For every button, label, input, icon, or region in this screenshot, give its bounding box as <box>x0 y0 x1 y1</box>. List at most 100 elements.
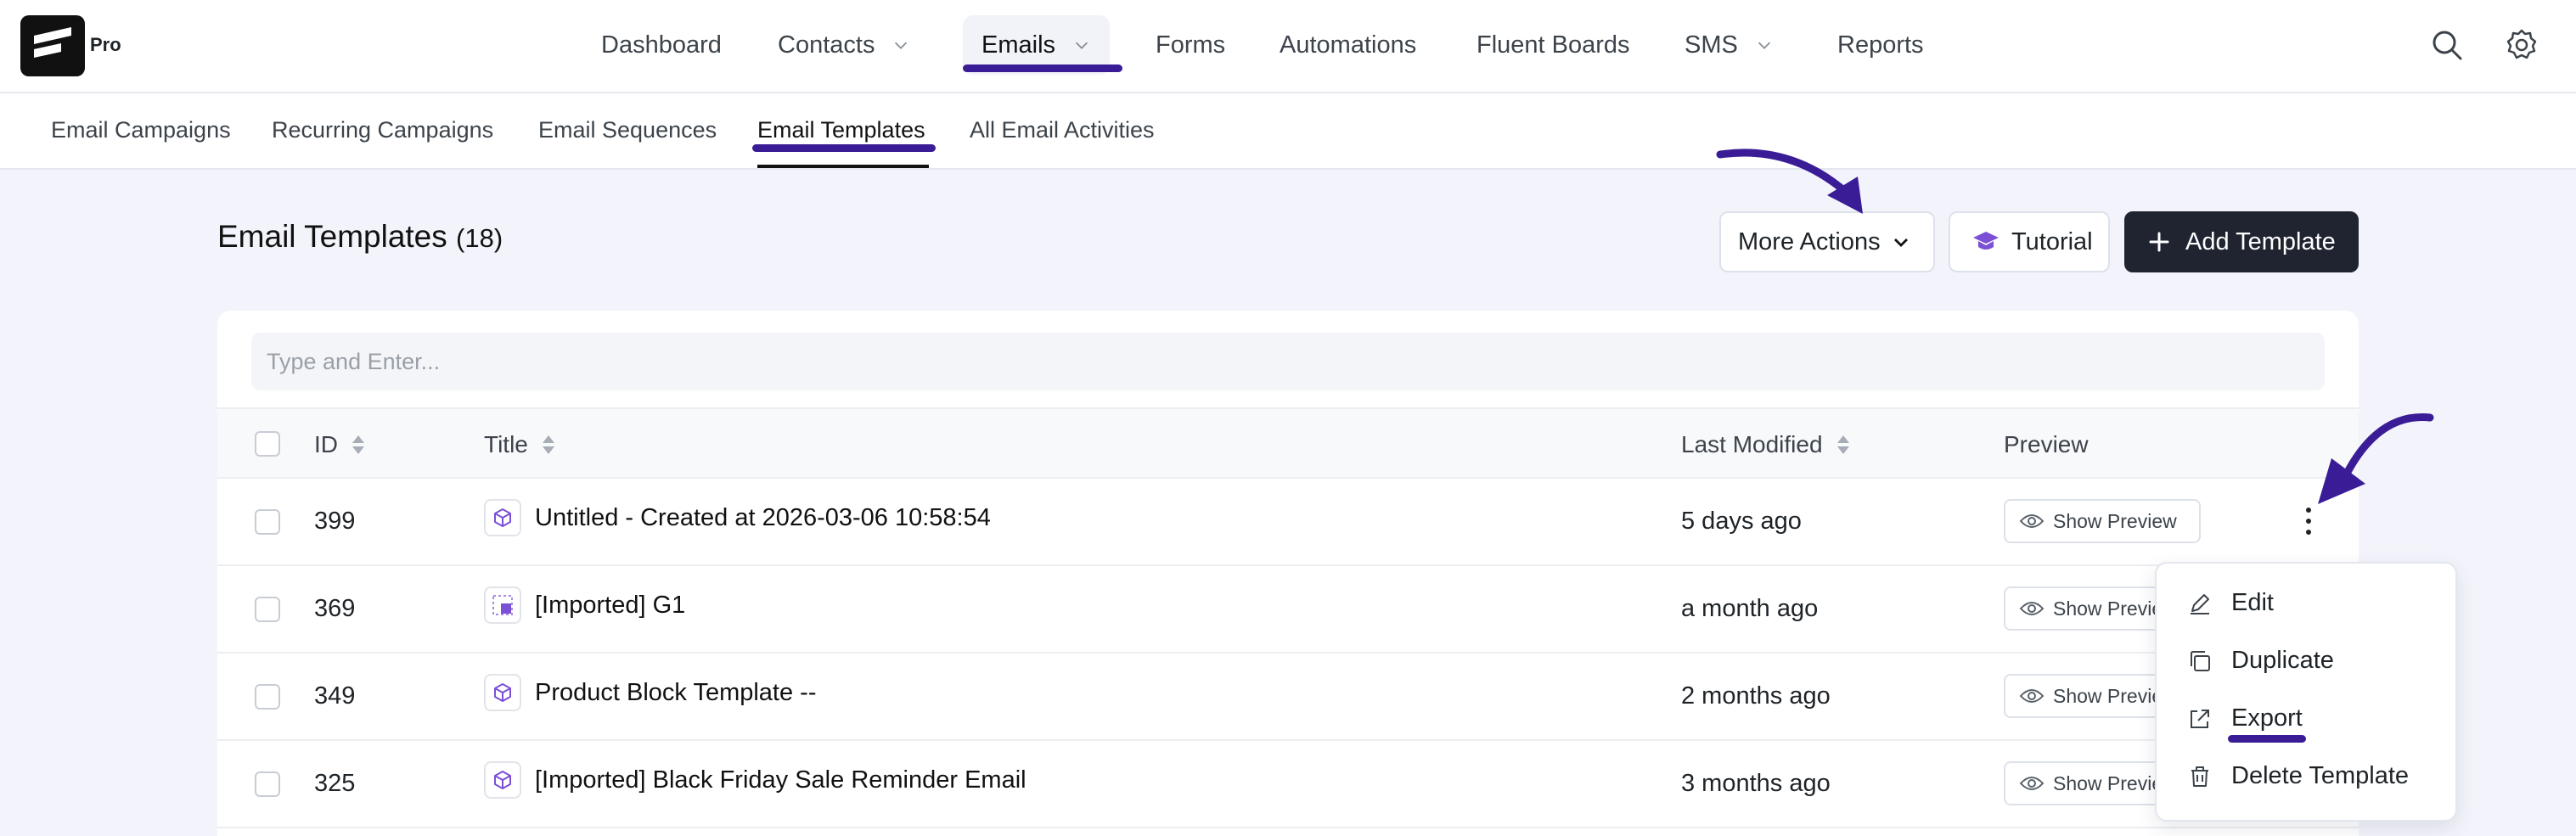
column-preview-label: Preview <box>2004 431 2089 457</box>
row-actions-menu: Edit Duplicate Export Delete Template <box>2155 562 2457 822</box>
row-title-wrap: Untitled - Created at 2026-03-06 10:58:5… <box>484 499 991 536</box>
table-row: 349 Product Block Template -- 2 months a… <box>217 654 2359 741</box>
nav-reports[interactable]: Reports <box>1819 15 1943 75</box>
nav-contacts[interactable]: Contacts <box>759 15 929 75</box>
nav-label: Fluent Boards <box>1476 31 1630 59</box>
column-preview: Preview <box>2004 431 2089 458</box>
subnav-email-templates[interactable]: Email Templates <box>757 117 925 143</box>
row-title-wrap: Product Block Template -- <box>484 674 817 711</box>
export-icon <box>2191 709 2209 728</box>
menu-item-label: Delete Template <box>2231 762 2410 789</box>
chevron-down-icon <box>1075 42 1088 49</box>
subnav-email-campaigns[interactable]: Email Campaigns <box>51 117 231 143</box>
nav-label: Forms <box>1156 31 1226 59</box>
column-title[interactable]: Title <box>484 431 557 458</box>
brand-logo[interactable] <box>20 15 85 76</box>
nav-sms[interactable]: SMS <box>1666 15 1792 75</box>
cube-icon <box>484 499 521 536</box>
subnav-recurring-campaigns[interactable]: Recurring Campaigns <box>272 117 493 143</box>
eye-icon <box>2019 602 2044 615</box>
nav-label: Reports <box>1837 31 1924 59</box>
table-row: 399 Untitled - Created at 2026-03-06 10:… <box>217 479 2359 566</box>
row-id: 325 <box>314 770 356 797</box>
annotation-arrow-icon <box>2318 413 2434 504</box>
menu-item-delete-template[interactable]: Delete Template <box>2187 762 2409 790</box>
menu-item-duplicate[interactable]: Duplicate <box>2187 647 2334 675</box>
row-title-wrap: [Imported] Black Friday Sale Reminder Em… <box>484 761 1026 799</box>
menu-item-edit[interactable]: Edit <box>2187 589 2274 617</box>
column-title-label: Title <box>484 431 528 457</box>
table-header: ID Title Last Modified Preview <box>217 407 2359 479</box>
nav-forms[interactable]: Forms <box>1137 15 1244 75</box>
plus-icon <box>2149 232 2169 252</box>
active-tab-indicator <box>757 165 929 168</box>
menu-item-label: Edit <box>2231 589 2274 616</box>
cube-icon <box>484 761 521 799</box>
nav-label: Dashboard <box>601 31 722 59</box>
show-preview-label: Show Preview <box>2053 509 2177 532</box>
top-bar: Pro Dashboard Contacts Emails Forms Auto… <box>0 0 2576 93</box>
search-input[interactable] <box>251 333 2325 390</box>
gear-icon[interactable] <box>2505 28 2539 62</box>
row-title[interactable]: Untitled - Created at 2026-03-06 10:58:5… <box>535 504 991 532</box>
add-template-button[interactable]: Add Template <box>2124 211 2359 272</box>
row-last-modified: a month ago <box>1681 595 1819 622</box>
sort-icon <box>352 435 364 454</box>
sort-icon <box>542 435 554 454</box>
row-title[interactable]: [Imported] Black Friday Sale Reminder Em… <box>535 766 1026 794</box>
cube-icon <box>484 674 521 711</box>
table-row: 325 [Imported] Black Friday Sale Reminde… <box>217 741 2359 828</box>
chevron-down-icon <box>895 42 908 49</box>
copy-icon <box>2191 650 2210 671</box>
menu-item-export[interactable]: Export <box>2187 704 2303 732</box>
menu-item-label: Duplicate <box>2231 647 2334 674</box>
page-title-text: Email Templates <box>217 219 447 254</box>
row-checkbox[interactable] <box>255 684 280 710</box>
more-actions-label: More Actions <box>1738 227 1881 255</box>
select-all-checkbox[interactable] <box>255 431 280 457</box>
column-id-label: ID <box>314 431 338 457</box>
chevron-down-icon <box>1758 42 1770 49</box>
row-title-wrap: [Imported] G1 <box>484 586 685 624</box>
row-checkbox[interactable] <box>255 509 280 535</box>
row-checkbox[interactable] <box>255 771 280 797</box>
column-id[interactable]: ID <box>314 431 367 458</box>
row-last-modified: 3 months ago <box>1681 770 1831 797</box>
search-icon[interactable] <box>2430 28 2464 62</box>
logo-icon <box>34 27 71 58</box>
trash-icon <box>2191 766 2208 787</box>
sub-nav: Email Campaigns Recurring Campaigns Emai… <box>0 93 2576 170</box>
sort-icon <box>1836 435 1849 454</box>
nav-dashboard[interactable]: Dashboard <box>582 15 740 75</box>
add-template-label: Add Template <box>2185 227 2336 255</box>
row-id: 349 <box>314 682 356 710</box>
kebab-menu-icon[interactable] <box>2303 504 2314 538</box>
grid-import-icon <box>484 586 521 624</box>
column-modified-label: Last Modified <box>1681 431 1823 457</box>
row-title[interactable]: [Imported] G1 <box>535 592 685 620</box>
pro-badge: Pro <box>90 34 121 55</box>
row-checkbox[interactable] <box>255 597 280 622</box>
column-last-modified[interactable]: Last Modified <box>1681 431 1852 458</box>
chevron-down-icon <box>1893 238 1908 247</box>
row-last-modified: 5 days ago <box>1681 508 1802 535</box>
table-row: 369 [Imported] G1 a month ago Show Previ… <box>217 566 2359 654</box>
eye-icon <box>2019 514 2044 528</box>
tutorial-button[interactable]: Tutorial <box>1949 211 2110 272</box>
menu-item-label: Export <box>2231 704 2303 732</box>
subnav-email-sequences[interactable]: Email Sequences <box>538 117 717 143</box>
show-preview-button[interactable]: Show Preview <box>2004 499 2201 543</box>
template-count: (18) <box>456 223 503 253</box>
nav-label: SMS <box>1685 31 1738 59</box>
nav-label: Contacts <box>778 31 875 59</box>
graduation-cap-icon <box>1973 232 1999 250</box>
subnav-all-email-activities[interactable]: All Email Activities <box>970 117 1155 143</box>
nav-label: Automations <box>1280 31 1417 59</box>
eye-icon <box>2019 777 2044 790</box>
nav-fluent-boards[interactable]: Fluent Boards <box>1458 15 1649 75</box>
tutorial-label: Tutorial <box>2011 227 2093 255</box>
page-title: Email Templates (18) <box>217 219 503 255</box>
nav-automations[interactable]: Automations <box>1261 15 1435 75</box>
row-id: 369 <box>314 595 356 622</box>
row-title[interactable]: Product Block Template -- <box>535 679 817 707</box>
